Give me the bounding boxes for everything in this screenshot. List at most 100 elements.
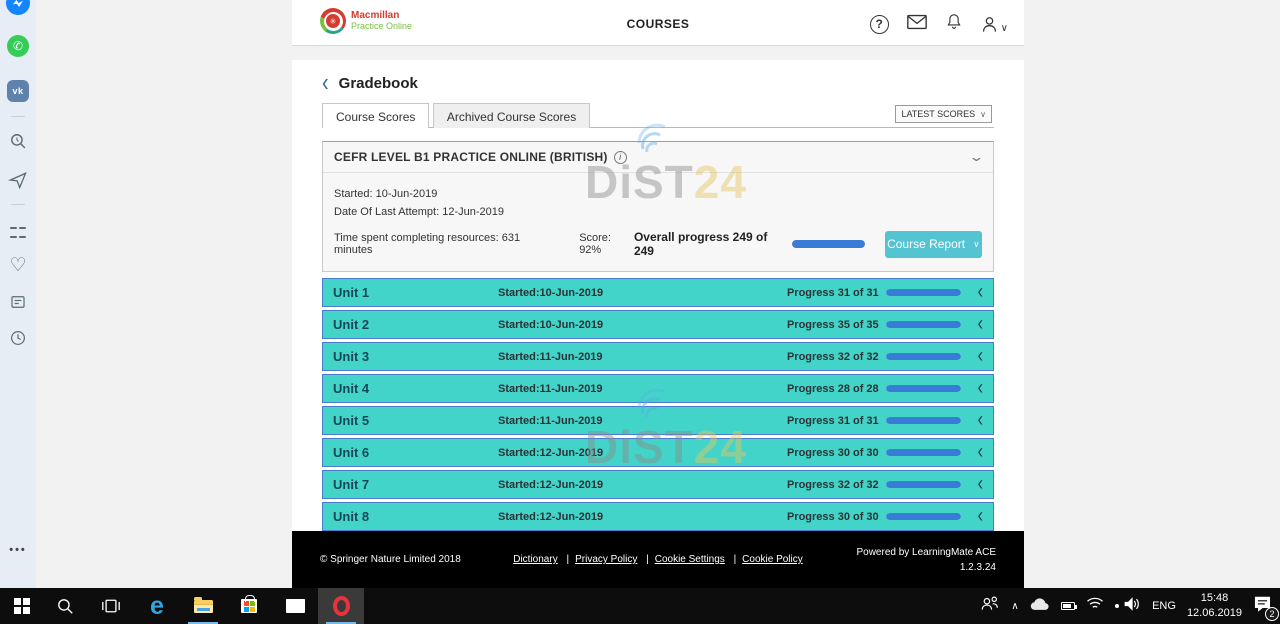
overall-progress-bar xyxy=(792,240,865,248)
hidden-icons-chevron[interactable]: ∧ xyxy=(1011,601,1018,612)
tab[interactable]: Course Scores xyxy=(322,103,429,128)
app-header: ✳ Macmillan Practice Online COURSES ? ∨ xyxy=(292,0,1024,46)
edge-icon[interactable]: e xyxy=(134,588,180,624)
browser-sidebar: ✆ vk ♡ ••• xyxy=(0,0,36,588)
unit-name: Unit 5 xyxy=(333,413,498,428)
course-details: Started: 10-Jun-2019 Date Of Last Attemp… xyxy=(323,173,993,271)
unit-progress-label: Progress 31 of 31 xyxy=(787,287,879,299)
unit-progress-label: Progress 31 of 31 xyxy=(787,415,879,427)
unit-row[interactable]: Unit 5 Started:11-Jun-2019 Progress 31 o… xyxy=(322,406,994,435)
unit-expand-chevron-icon[interactable]: ‹ xyxy=(978,282,983,303)
unit-row[interactable]: Unit 4 Started:11-Jun-2019 Progress 28 o… xyxy=(322,374,994,403)
language-indicator[interactable]: ENG xyxy=(1152,600,1176,612)
bell-icon[interactable] xyxy=(945,12,963,36)
unit-row[interactable]: Unit 6 Started:12-Jun-2019 Progress 30 o… xyxy=(322,438,994,467)
account-icon[interactable]: ∨ xyxy=(980,15,1008,34)
unit-row[interactable]: Unit 7 Started:12-Jun-2019 Progress 32 o… xyxy=(322,470,994,499)
unit-started-date: Started:11-Jun-2019 xyxy=(498,415,603,427)
footer-link[interactable]: Privacy Policy xyxy=(560,554,637,565)
footer-links: Dictionary Privacy Policy Cookie Setting… xyxy=(513,554,803,565)
site-footer: © Springer Nature Limited 2018 Dictionar… xyxy=(292,531,1024,588)
course-report-button[interactable]: Course Report ∨ xyxy=(885,231,982,258)
unit-expand-chevron-icon[interactable]: ‹ xyxy=(978,442,983,463)
news-icon[interactable] xyxy=(9,293,27,311)
messenger-icon[interactable] xyxy=(6,0,30,15)
course-score: Score: 92% xyxy=(579,232,634,256)
unit-progress-label: Progress 35 of 35 xyxy=(787,319,879,331)
unit-progress-bar xyxy=(886,353,961,360)
unit-row[interactable]: Unit 2 Started:10-Jun-2019 Progress 35 o… xyxy=(322,310,994,339)
opera-icon[interactable] xyxy=(318,588,364,624)
unit-expand-chevron-icon[interactable]: ‹ xyxy=(978,378,983,399)
chevron-down-icon: ∨ xyxy=(973,239,980,250)
unit-progress-bar xyxy=(886,481,961,488)
my-flow-icon[interactable] xyxy=(8,170,28,190)
footer-link[interactable]: Dictionary xyxy=(513,554,557,565)
mail-icon[interactable] xyxy=(906,13,928,36)
account-chevron-icon: ∨ xyxy=(1001,23,1008,34)
unit-expand-chevron-icon[interactable]: ‹ xyxy=(978,410,983,431)
unit-name: Unit 4 xyxy=(333,381,498,396)
start-button[interactable] xyxy=(2,588,42,624)
unit-started-date: Started:11-Jun-2019 xyxy=(498,383,603,395)
tab[interactable]: Archived Course Scores xyxy=(433,103,590,128)
unit-progress-label: Progress 32 of 32 xyxy=(787,351,879,363)
unit-progress-bar xyxy=(886,417,961,424)
unit-expand-chevron-icon[interactable]: ‹ xyxy=(978,506,983,527)
search-icon[interactable] xyxy=(9,132,28,151)
back-button[interactable]: ‹ xyxy=(322,70,329,96)
taskbar-clock[interactable]: 15:48 12.06.2019 xyxy=(1187,591,1242,621)
footer-link[interactable]: Cookie Settings xyxy=(640,554,725,565)
task-view-icon[interactable] xyxy=(88,588,134,624)
people-icon[interactable] xyxy=(980,595,1000,617)
history-clock-icon[interactable] xyxy=(9,329,27,347)
unit-progress-bar xyxy=(886,289,961,296)
unit-row[interactable]: Unit 3 Started:11-Jun-2019 Progress 32 o… xyxy=(322,342,994,371)
scores-filter-dropdown[interactable]: LATEST SCORES ∨ xyxy=(895,105,992,123)
chevron-down-icon[interactable]: ⌄ xyxy=(968,149,984,165)
unit-row[interactable]: Unit 8 Started:12-Jun-2019 Progress 30 o… xyxy=(322,502,994,531)
volume-icon[interactable] xyxy=(1123,596,1141,617)
battery-icon[interactable] xyxy=(1061,602,1075,610)
mail-app-icon[interactable] xyxy=(272,588,318,624)
sidebar-divider xyxy=(11,204,25,205)
sidebar-divider xyxy=(11,116,25,117)
speed-dial-icon[interactable] xyxy=(10,224,26,240)
onedrive-cloud-icon[interactable] xyxy=(1030,597,1050,616)
unit-expand-chevron-icon[interactable]: ‹ xyxy=(978,474,983,495)
unit-name: Unit 2 xyxy=(333,317,498,332)
wifi-icon[interactable] xyxy=(1086,596,1112,616)
version: 1.2.3.24 xyxy=(856,560,996,575)
course-last-attempt: Date Of Last Attempt: 12-Jun-2019 xyxy=(334,206,982,218)
unit-row[interactable]: Unit 1 Started:10-Jun-2019 Progress 31 o… xyxy=(322,278,994,307)
footer-link[interactable]: Cookie Policy xyxy=(728,554,803,565)
course-title: CEFR LEVEL B1 PRACTICE ONLINE (BRITISH) xyxy=(334,150,608,164)
vk-icon[interactable]: vk xyxy=(7,80,29,102)
unit-expand-chevron-icon[interactable]: ‹ xyxy=(978,314,983,335)
help-icon[interactable]: ? xyxy=(870,15,889,34)
copyright: © Springer Nature Limited 2018 xyxy=(320,554,461,565)
tabs-bar: Course Scores Archived Course Scores LAT… xyxy=(322,103,994,128)
course-header[interactable]: CEFR LEVEL B1 PRACTICE ONLINE (BRITISH) … xyxy=(323,142,993,173)
unit-started-date: Started:12-Jun-2019 xyxy=(498,447,603,459)
gradebook-page: ‹ Gradebook Course Scores Archived Cours… xyxy=(292,60,1024,531)
unit-started-date: Started:10-Jun-2019 xyxy=(498,287,603,299)
whatsapp-icon[interactable]: ✆ xyxy=(7,35,29,57)
unit-name: Unit 6 xyxy=(333,445,498,460)
file-explorer-icon[interactable] xyxy=(180,588,226,624)
info-icon[interactable]: i xyxy=(614,151,627,164)
course-time-spent: Time spent completing resources: 631 min… xyxy=(334,232,553,256)
windows-logo-icon xyxy=(14,598,30,614)
unit-name: Unit 1 xyxy=(333,285,498,300)
notification-badge: 2 xyxy=(1265,607,1279,621)
unit-started-date: Started:10-Jun-2019 xyxy=(498,319,603,331)
unit-name: Unit 8 xyxy=(333,509,498,524)
action-center-icon[interactable]: 2 xyxy=(1253,595,1272,617)
unit-expand-chevron-icon[interactable]: ‹ xyxy=(978,346,983,367)
taskbar-search-icon[interactable] xyxy=(42,588,88,624)
store-icon[interactable] xyxy=(226,588,272,624)
ellipsis-icon[interactable]: ••• xyxy=(9,544,27,556)
unit-started-date: Started:12-Jun-2019 xyxy=(498,479,603,491)
unit-progress-bar xyxy=(886,385,961,392)
bookmarks-heart-icon[interactable]: ♡ xyxy=(9,256,26,275)
